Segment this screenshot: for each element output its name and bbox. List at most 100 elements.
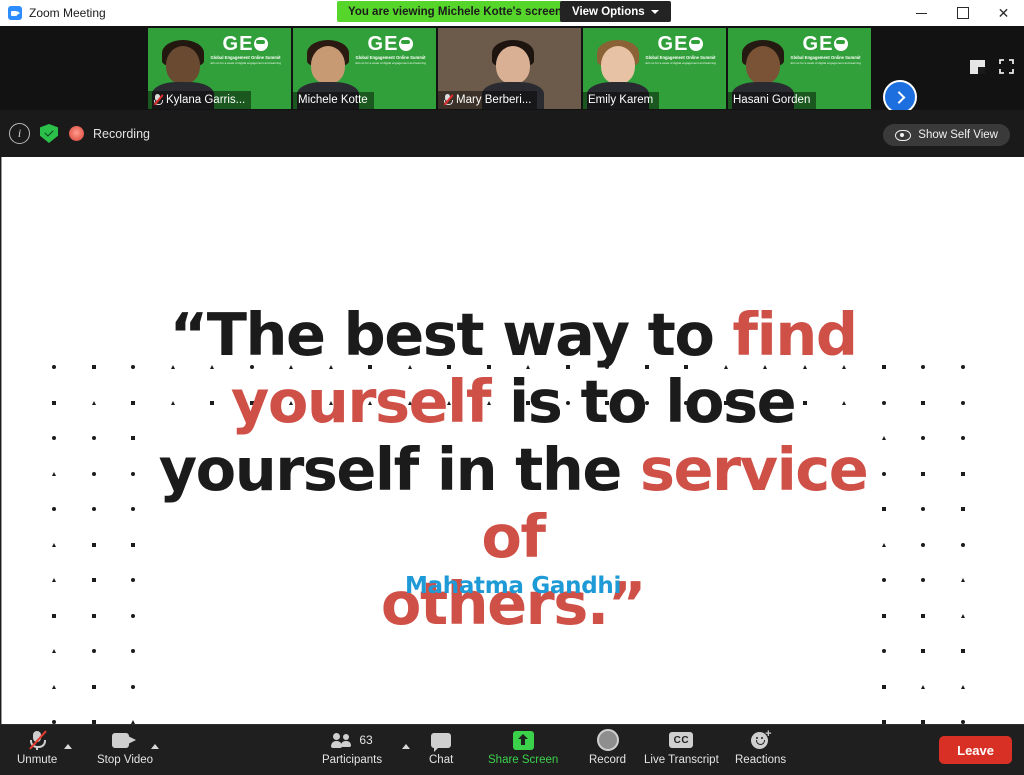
participant-silhouette [746,46,780,84]
unmute-label: Unmute [17,754,58,766]
pattern-dot [131,684,135,689]
participants-button[interactable]: 63 Participants [322,729,382,766]
geo-logo-title: GE [645,34,716,54]
pattern-dot [52,649,56,653]
minimize-icon [916,12,927,14]
participant-filmstrip: GE Global Engagement Online Summit Join us… [0,26,1024,114]
view-options-label: View Options [572,5,645,18]
shared-screen-stage: “The best way to find yourself is to los… [0,157,1024,725]
participants-label: Participants [322,754,383,766]
geo-logo-tagline: Join us for a week of digital engagement… [209,61,281,66]
minimize-button[interactable] [901,0,942,26]
participant-thumbnail[interactable]: GE Global Engagement Online Summit Join us… [583,28,726,109]
pattern-dot [91,684,96,689]
pattern-dot [131,649,135,653]
participant-silhouette [166,46,200,84]
maximize-button[interactable] [942,0,983,26]
geo-logo-title: GE [355,34,426,54]
recording-indicator-icon[interactable] [69,126,84,141]
quote-line-2-highlight: yourself [230,367,492,437]
window-controls: ✕ [901,0,1024,26]
geo-logo-tagline: Join us for a week of digital engagement… [644,61,716,66]
participant-name-text: Mary Berberi... [456,93,532,106]
participant-thumbnails: GE Global Engagement Online Summit Join us… [148,28,871,109]
meeting-info-icon[interactable]: i [9,123,30,144]
chevron-down-icon [650,9,659,14]
quote-line-1-plain: “The best way to [169,300,733,369]
pattern-dot [52,684,56,689]
participant-thumbnail[interactable]: GE Global Engagement Online Summit Join us… [148,28,291,109]
geo-logo-tagline: Join us for a week of digital engagement… [354,61,426,66]
participant-name-text: Kylana Garris... [166,93,246,106]
zoom-logo-icon [8,6,22,20]
pattern-dot [960,684,965,689]
participant-name-label: Hasani Gorden [728,92,817,109]
view-options-button[interactable]: View Options [560,1,671,22]
unmute-button[interactable]: Unmute [17,729,57,766]
quote-line-1-highlight: find [732,300,858,369]
pattern-dot [921,684,925,689]
share-up-arrow-icon [512,729,534,751]
live-transcript-button[interactable]: CC Live Transcript [644,729,719,766]
pattern-dot [921,649,925,653]
pattern-dot [91,649,96,653]
participant-thumbnail[interactable]: GE Global Engagement Online Summit Join us… [293,28,436,109]
view-controls [970,59,1014,79]
live-transcript-label: Live Transcript [644,754,719,766]
globe-icon [689,37,704,51]
pattern-dot [881,649,886,653]
fullscreen-icon[interactable] [999,59,1014,79]
filmstrip-next-button[interactable] [883,80,917,114]
close-button[interactable]: ✕ [983,0,1024,26]
chat-label: Chat [429,754,454,766]
cc-icon: CC [669,729,694,751]
microphone-muted-icon [153,93,164,106]
show-self-view-button[interactable]: Show Self View [883,124,1010,146]
participant-silhouette [601,46,635,84]
participant-name-label: Mary Berberi... [438,91,538,109]
participants-options-caret-icon[interactable] [402,744,410,749]
smiley-plus-icon: + [750,729,772,751]
participant-name-label: Michele Kotte [293,92,374,109]
quote-attribution: Mahatma Gandhi [404,573,622,599]
reactions-button[interactable]: + Reactions [735,729,787,767]
view-layout-icon[interactable] [970,59,985,79]
maximize-icon [956,7,969,19]
recording-status-label: Recording [93,126,150,141]
meeting-status-bar: i Recording Show Self View [0,110,1024,157]
geo-summit-logo: GE Global Engagement Online Summit Join us… [645,34,716,65]
window-title-bar: Zoom Meeting You are viewing Michele Kot… [0,0,1024,26]
geo-summit-logo: GE Global Engagement Online Summit Join us… [790,34,861,65]
camera-icon [112,729,138,751]
chat-button[interactable]: Chat [429,729,453,766]
video-options-caret-icon[interactable] [151,744,159,749]
geo-logo-subtitle: Global Engagement Online Summit [645,55,716,60]
participants-count: 63 [359,733,373,747]
participant-name-text: Michele Kotte [298,94,368,106]
record-button[interactable]: Record [589,729,626,766]
encryption-shield-icon[interactable] [40,124,58,143]
leave-button[interactable]: Leave [939,736,1012,764]
geo-logo-subtitle: Global Engagement Online Summit [790,55,861,60]
microphone-muted-icon [29,729,47,751]
chat-bubble-icon [431,729,452,752]
globe-icon [834,37,849,51]
record-label: Record [589,754,627,766]
screen-share-banner: You are viewing Michele Kotte's screen [337,1,574,22]
reactions-label: Reactions [735,754,787,766]
participant-name-label: Emily Karem [583,92,660,109]
share-screen-button[interactable]: Share Screen [488,729,558,766]
participant-name-text: Hasani Gorden [733,94,811,106]
audio-options-caret-icon[interactable] [64,744,72,749]
stop-video-label: Stop Video [97,754,154,766]
globe-icon [254,37,269,51]
geo-summit-logo: GE Global Engagement Online Summit Join us… [355,34,426,65]
geo-logo-subtitle: Global Engagement Online Summit [355,55,426,60]
participant-thumbnail[interactable]: Mary Berberi... [438,28,581,109]
participant-thumbnail[interactable]: GE Global Engagement Online Summit Join us… [728,28,871,109]
participant-silhouette [496,46,530,84]
stop-video-button[interactable]: Stop Video [97,729,153,766]
geo-logo-subtitle: Global Engagement Online Summit [210,55,281,60]
eye-icon [895,129,912,141]
window-title: Zoom Meeting [29,6,106,20]
